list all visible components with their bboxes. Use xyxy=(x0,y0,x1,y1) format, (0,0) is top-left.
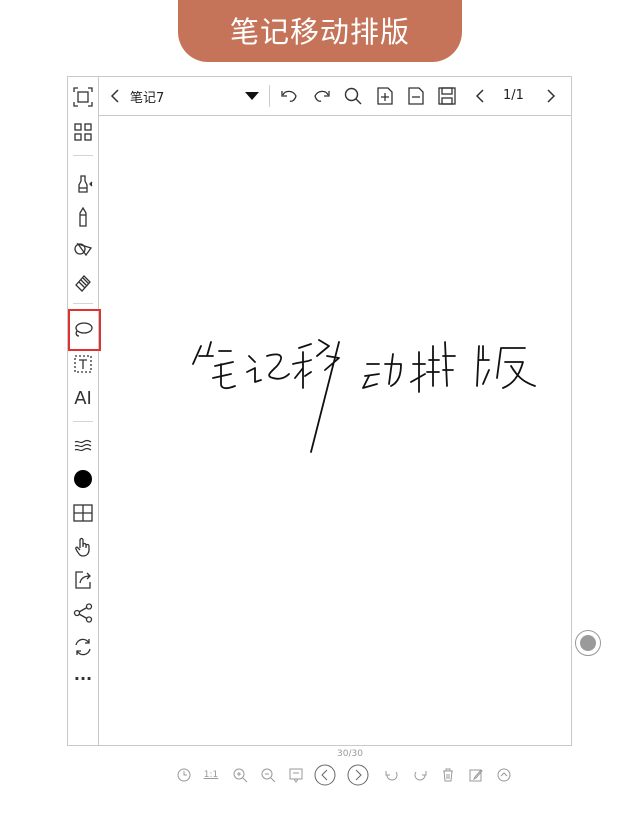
chevron-left-icon[interactable] xyxy=(105,85,127,107)
zoom-out-icon[interactable] xyxy=(257,764,279,786)
sync-icon[interactable] xyxy=(70,634,96,660)
search-icon[interactable] xyxy=(342,85,364,107)
color-icon[interactable] xyxy=(70,466,96,492)
bottom-toolbar: 1:1 xyxy=(173,764,533,786)
stroke-width-icon[interactable] xyxy=(70,433,96,459)
table-icon[interactable] xyxy=(70,500,96,526)
delete-icon[interactable] xyxy=(437,764,459,786)
fullscreen-icon[interactable] xyxy=(70,84,96,110)
more-icon[interactable]: ··· xyxy=(70,665,96,691)
ratio-1-1-icon[interactable]: 1:1 xyxy=(200,764,222,786)
edit-icon[interactable] xyxy=(465,764,487,786)
pen-icon[interactable] xyxy=(70,171,96,197)
hand-icon[interactable] xyxy=(70,534,96,560)
remove-page-icon[interactable] xyxy=(405,85,427,107)
tool-sidebar: AI ··· xyxy=(68,77,99,745)
banner-title: 笔记移动排版 xyxy=(229,15,410,49)
next-page-circle-icon[interactable] xyxy=(347,764,369,786)
bookmark-icon[interactable] xyxy=(285,764,307,786)
text-box-icon[interactable] xyxy=(70,351,96,377)
export-icon[interactable] xyxy=(70,567,96,593)
redo-icon[interactable] xyxy=(310,85,332,107)
clock-icon[interactable] xyxy=(173,764,195,786)
lasso-highlight xyxy=(68,309,101,351)
grid-icon[interactable] xyxy=(70,119,96,145)
prev-page-circle-icon[interactable] xyxy=(314,764,336,786)
eraser-icon[interactable] xyxy=(70,269,96,295)
redo-small-icon[interactable] xyxy=(409,764,431,786)
save-icon[interactable] xyxy=(436,85,458,107)
page-indicator: 1/1 xyxy=(503,88,524,103)
next-page-icon[interactable] xyxy=(539,85,561,107)
page-count: 30/30 xyxy=(337,749,363,759)
up-icon[interactable] xyxy=(493,764,515,786)
undo-icon[interactable] xyxy=(279,85,301,107)
triangle-down-icon[interactable] xyxy=(241,85,263,107)
top-toolbar: 笔记7 1/1 xyxy=(99,77,571,116)
title-banner: 笔记移动排版 xyxy=(178,0,462,62)
handwritten-text xyxy=(192,339,536,453)
ai-icon[interactable]: AI xyxy=(70,385,96,411)
prev-page-icon[interactable] xyxy=(470,85,492,107)
note-canvas[interactable]: 30/30 1:1 xyxy=(99,116,601,786)
note-title[interactable]: 笔记7 xyxy=(130,87,164,106)
floating-action-button[interactable] xyxy=(575,630,601,656)
pencil-icon[interactable] xyxy=(70,204,96,230)
note-app-window: AI ··· 笔记7 1/1 30/30 1:1 xyxy=(67,76,601,786)
undo-small-icon[interactable] xyxy=(381,764,403,786)
shape-icon[interactable] xyxy=(70,236,96,262)
zoom-in-icon[interactable] xyxy=(229,764,251,786)
add-page-icon[interactable] xyxy=(374,85,396,107)
share-icon[interactable] xyxy=(70,600,96,626)
